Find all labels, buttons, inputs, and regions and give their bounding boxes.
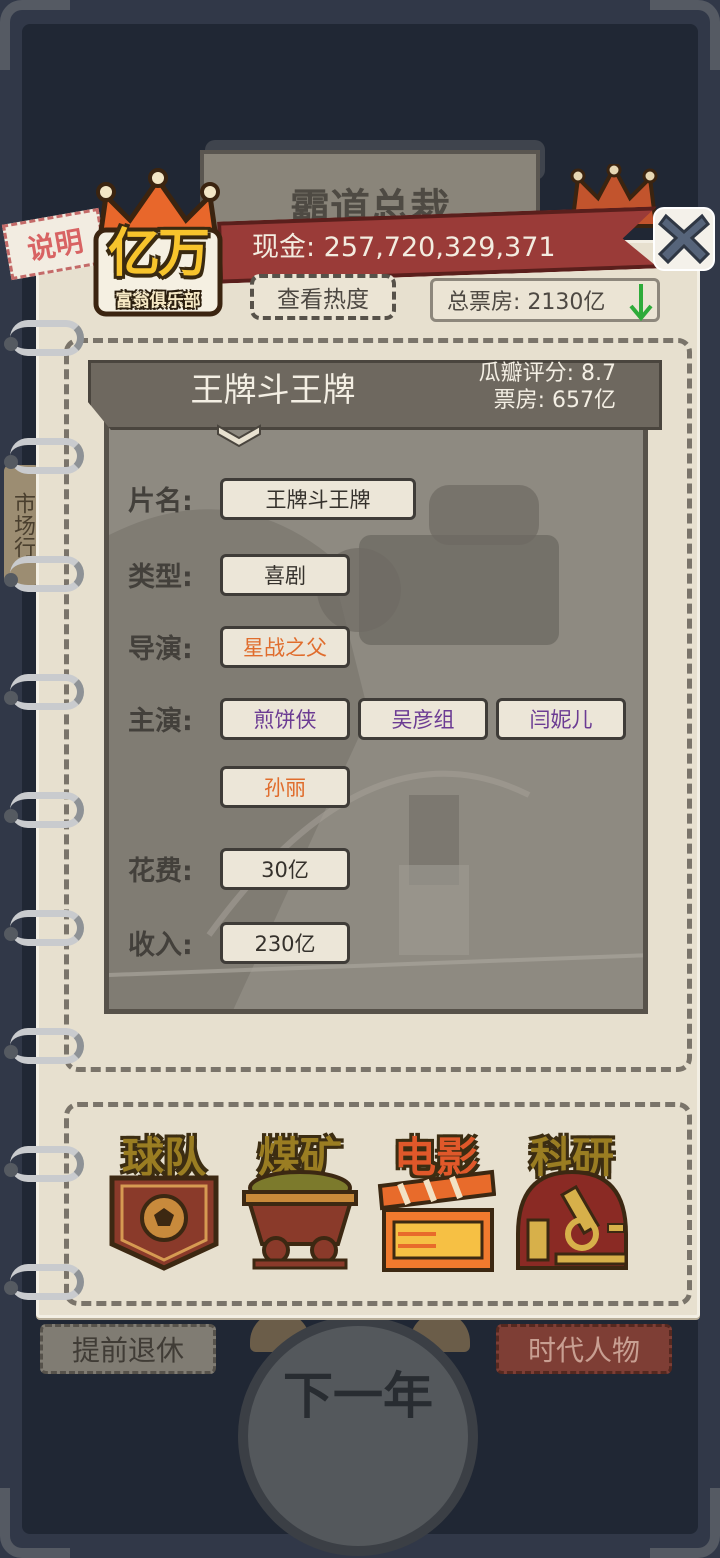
cast-member: 吴彦组: [358, 698, 488, 740]
binder-ring: [4, 320, 84, 356]
binder-ring: [4, 556, 84, 592]
movie-box-office: 票房: 657亿: [493, 388, 616, 413]
retire-button[interactable]: 提前退休: [40, 1324, 216, 1374]
cast-member: 煎饼侠: [220, 698, 350, 740]
income-label: 收入:: [128, 929, 193, 961]
binder-ring: [4, 792, 84, 828]
frame-corner: [0, 1488, 70, 1558]
director-value: 星战之父: [220, 626, 350, 668]
name-value: 王牌斗王牌: [220, 478, 416, 520]
era-figures-button[interactable]: 时代人物: [496, 1324, 672, 1374]
frame-corner: [0, 0, 70, 70]
view-heat-button[interactable]: 查看热度: [250, 274, 396, 320]
binder-ring: [4, 674, 84, 710]
income-value: 230亿: [220, 922, 350, 964]
frame-corner: [650, 1488, 720, 1558]
film-clapper-icon: [377, 1169, 496, 1272]
movie-stats: 瓜瓣评分: 8.7 票房: 657亿: [420, 360, 616, 414]
movie-rating: 瓜瓣评分: 8.7: [478, 361, 616, 386]
industry-coal-mine[interactable]: 煤矿: [240, 1124, 360, 1274]
arrow-down-icon: [629, 284, 653, 322]
next-year-button[interactable]: 下一年: [238, 1356, 478, 1428]
coal-mine-cart-icon: [242, 1170, 358, 1270]
movie-title: 王牌斗王牌: [190, 370, 356, 409]
industry-film[interactable]: 电影: [376, 1124, 496, 1274]
binder-ring: [4, 1264, 84, 1300]
chevron-down-icon[interactable]: [216, 424, 262, 450]
genre-label: 类型:: [128, 561, 193, 593]
binder-ring: [4, 438, 84, 474]
football-team-icon: [109, 1175, 219, 1271]
name-label: 片名:: [128, 485, 193, 517]
binder-ring: [4, 910, 84, 946]
binder-ring: [4, 1146, 84, 1182]
director-label: 导演:: [128, 633, 193, 665]
total-box-office: 总票房: 2130亿: [430, 278, 660, 322]
binder-ring: [4, 1028, 84, 1064]
next-year-clock[interactable]: [238, 1316, 478, 1556]
frame-corner: [650, 0, 720, 70]
cost-label: 花费:: [128, 855, 193, 887]
industry-football-team[interactable]: 球队: [104, 1124, 224, 1274]
cast-member: 闫妮儿: [496, 698, 626, 740]
industry-research[interactable]: 科研: [512, 1124, 632, 1274]
cast-label: 主演:: [128, 705, 193, 737]
cost-value: 30亿: [220, 848, 350, 890]
cash-display: 现金: 257,720,329,371: [252, 231, 556, 263]
logo-subtitle: 富翁俱乐部: [115, 291, 201, 311]
close-icon[interactable]: [650, 202, 718, 274]
microscope-icon: [516, 1169, 628, 1270]
cast-member: 孙丽: [220, 766, 350, 808]
genre-value: 喜剧: [220, 554, 350, 596]
logo-title: 亿万: [107, 224, 210, 284]
